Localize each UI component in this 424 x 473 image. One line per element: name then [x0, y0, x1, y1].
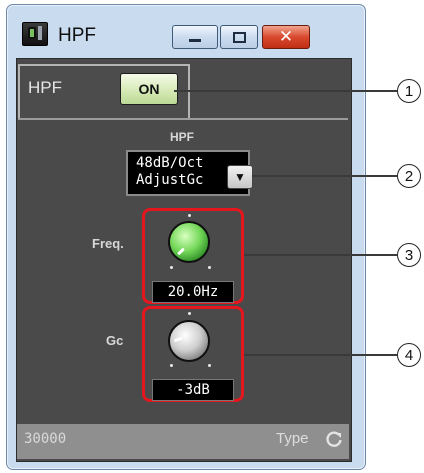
type-label: Type — [276, 430, 309, 447]
gc-knob[interactable] — [168, 320, 210, 362]
title-bar: HPF ✕ — [0, 0, 424, 56]
divider — [18, 118, 348, 120]
freq-knob-indicator — [177, 247, 185, 256]
window-title: HPF — [58, 25, 96, 46]
freq-scale-top — [188, 214, 191, 217]
app-icon — [22, 22, 48, 46]
hpf-section-label: HPF — [28, 78, 62, 97]
gc-value[interactable]: -3dB — [152, 379, 234, 401]
gc-scale-max — [208, 364, 211, 367]
callout-4: 4 — [397, 343, 421, 367]
status-id: 30000 — [24, 431, 67, 447]
gc-label: Gc — [106, 333, 124, 348]
maximize-icon — [232, 31, 246, 43]
close-icon: ✕ — [278, 26, 294, 47]
callout-2: 2 — [397, 164, 421, 188]
maximize-button[interactable] — [220, 25, 258, 49]
refresh-icon[interactable] — [324, 429, 344, 449]
minimize-icon — [189, 38, 201, 42]
freq-scale-min — [170, 266, 173, 269]
callout-1: 1 — [397, 79, 421, 103]
filter-type-label: HPF — [170, 130, 194, 144]
freq-knob[interactable] — [168, 221, 210, 263]
callout-line-4 — [244, 354, 397, 356]
dropdown-arrow-icon[interactable]: ▼ — [227, 165, 253, 189]
callout-line-3 — [244, 254, 397, 256]
callout-line-2 — [252, 175, 397, 177]
hpf-on-button[interactable]: ON — [120, 73, 178, 105]
gc-knob-indicator — [173, 336, 183, 343]
freq-label: Freq. — [92, 236, 124, 251]
gc-scale-top — [188, 312, 191, 315]
callout-line-1 — [174, 90, 397, 92]
minimize-button[interactable] — [172, 25, 218, 49]
close-button[interactable]: ✕ — [262, 25, 310, 49]
callout-3: 3 — [397, 243, 421, 267]
gc-scale-min — [170, 364, 173, 367]
freq-value[interactable]: 20.0Hz — [152, 281, 234, 303]
freq-scale-max — [208, 266, 211, 269]
